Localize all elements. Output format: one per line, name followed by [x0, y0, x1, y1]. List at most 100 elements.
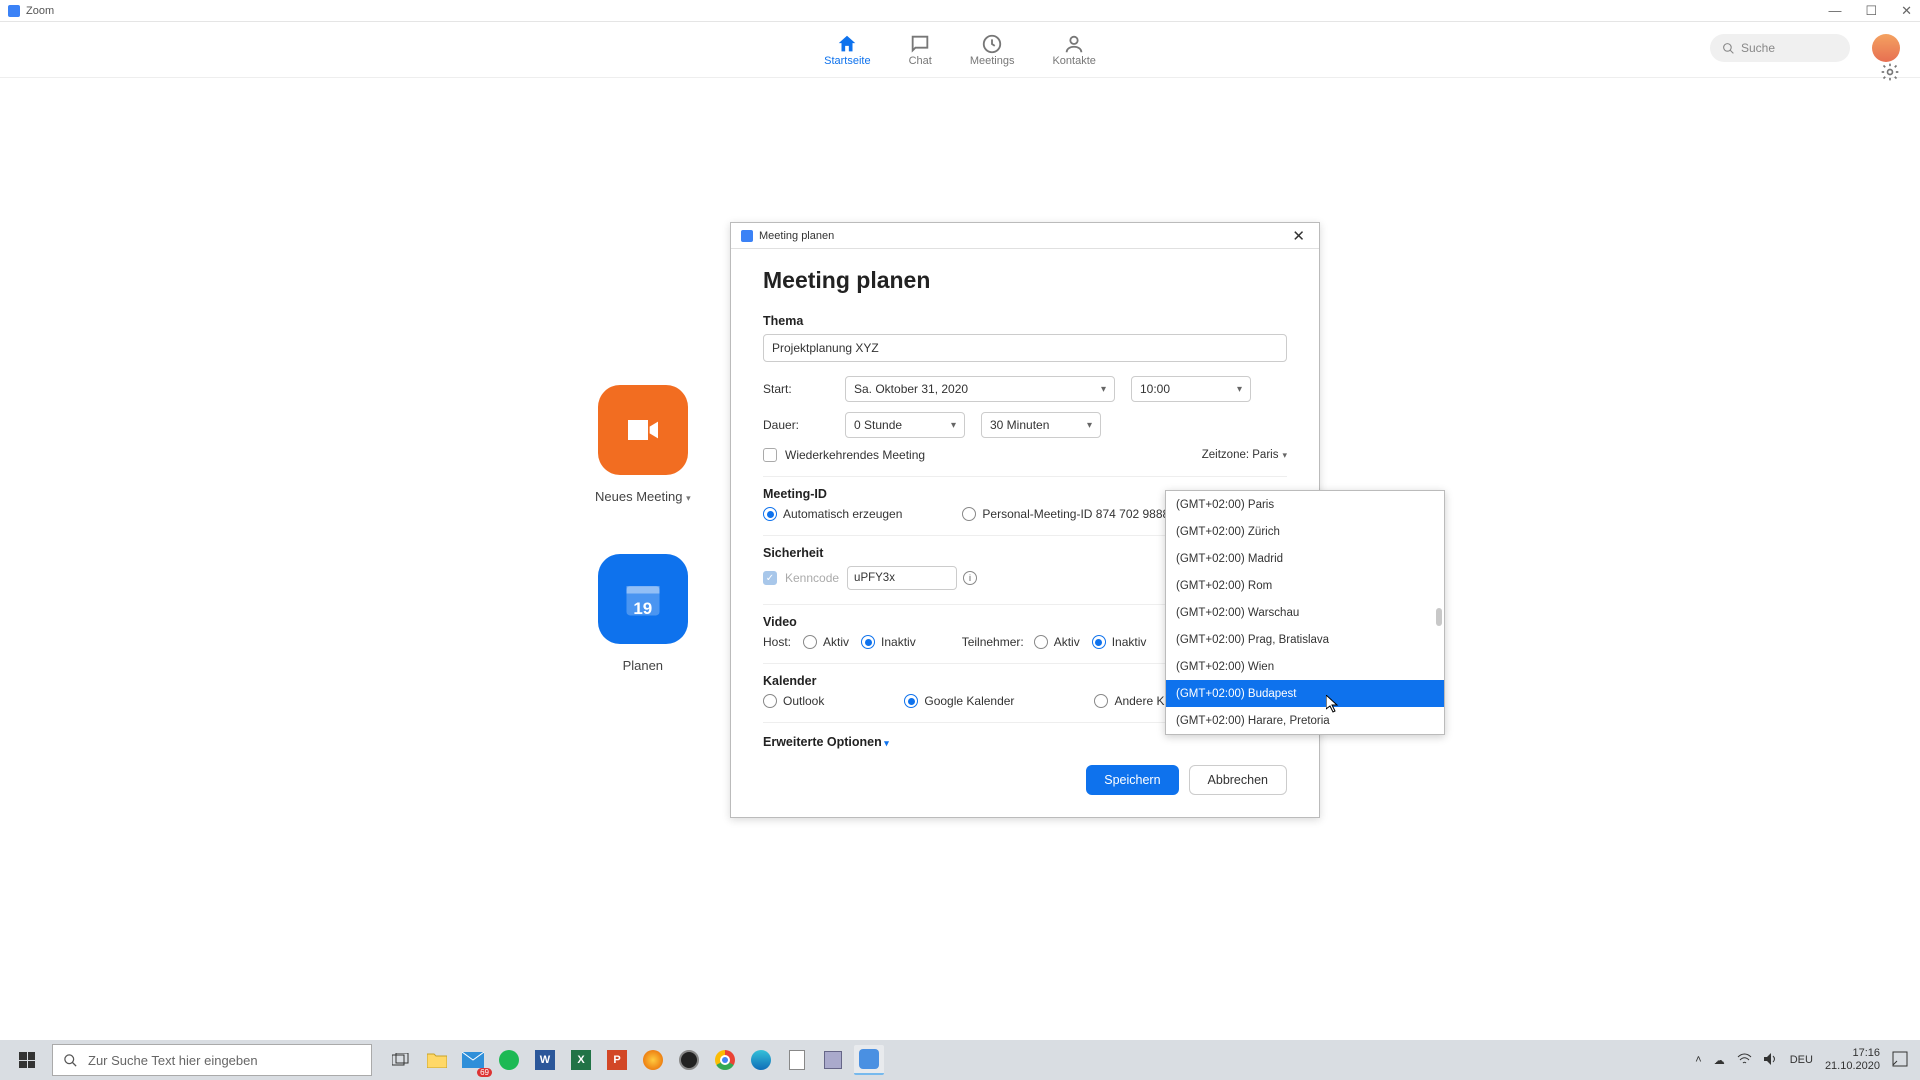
cancel-button[interactable]: Abbrechen: [1189, 765, 1287, 795]
dialog-window-title: Meeting planen: [759, 230, 834, 242]
dauer-label: Dauer:: [763, 418, 845, 432]
dropdown-scrollbar[interactable]: [1434, 493, 1442, 732]
timezone-option[interactable]: (GMT+02:00) Budapest: [1166, 680, 1444, 707]
meeting-id-auto-radio[interactable]: [763, 507, 777, 521]
participant-inaktiv-label: Inaktiv: [1112, 635, 1147, 649]
save-button[interactable]: Speichern: [1086, 765, 1178, 795]
app-icon[interactable]: [818, 1045, 848, 1075]
timezone-option[interactable]: (GMT+02:00) Harare, Pretoria: [1166, 707, 1444, 734]
meeting-id-personal-radio[interactable]: [962, 507, 976, 521]
window-maximize-button[interactable]: ☐: [1865, 3, 1877, 19]
zoom-taskbar-icon[interactable]: [854, 1045, 884, 1075]
host-aktiv-radio[interactable]: [803, 635, 817, 649]
chrome-icon[interactable]: [710, 1045, 740, 1075]
taskbar-search-input[interactable]: Zur Suche Text hier eingeben: [52, 1044, 372, 1076]
tray-volume-icon[interactable]: [1764, 1053, 1778, 1068]
meeting-id-personal-label: Personal-Meeting-ID 874 702 9888: [982, 507, 1169, 521]
powerpoint-icon[interactable]: P: [602, 1045, 632, 1075]
file-explorer-icon[interactable]: [422, 1045, 452, 1075]
tray-clock[interactable]: 17:16 21.10.2020: [1825, 1047, 1880, 1073]
zoom-mini-icon: [741, 230, 753, 242]
tab-meetings[interactable]: Meetings: [970, 33, 1015, 67]
duration-minutes-dropdown[interactable]: 30 Minuten: [981, 412, 1101, 438]
tray-language[interactable]: DEU: [1790, 1054, 1813, 1066]
video-icon: [623, 410, 663, 450]
start-date-dropdown[interactable]: Sa. Oktober 31, 2020: [845, 376, 1115, 402]
gear-icon: [1880, 62, 1900, 82]
cal-google-radio[interactable]: [904, 694, 918, 708]
firefox-icon[interactable]: [638, 1045, 668, 1075]
video-host-label: Host:: [763, 635, 803, 649]
windows-logo-icon: [19, 1052, 35, 1068]
taskview-icon[interactable]: [386, 1045, 416, 1075]
avatar[interactable]: [1872, 34, 1900, 62]
timezone-option[interactable]: (GMT+02:00) Zürich: [1166, 518, 1444, 545]
meeting-id-auto-label: Automatisch erzeugen: [783, 507, 902, 521]
tab-label: Chat: [909, 55, 932, 67]
top-nav: Startseite Chat Meetings Kontakte Suche: [0, 22, 1920, 78]
contacts-icon: [1063, 33, 1085, 55]
tray-chevron-icon[interactable]: ˄: [1695, 1054, 1701, 1066]
recurring-label: Wiederkehrendes Meeting: [785, 448, 925, 462]
timezone-dropdown-trigger[interactable]: Zeitzone: Paris: [1202, 449, 1287, 461]
host-inaktiv-label: Inaktiv: [881, 635, 916, 649]
thema-label: Thema: [763, 314, 1287, 328]
timezone-option[interactable]: (GMT+02:00) Rom: [1166, 572, 1444, 599]
word-icon[interactable]: W: [530, 1045, 560, 1075]
tab-contacts[interactable]: Kontakte: [1052, 33, 1095, 67]
advanced-options-toggle[interactable]: Erweiterte Optionen: [763, 735, 889, 749]
excel-icon[interactable]: X: [566, 1045, 596, 1075]
start-time-dropdown[interactable]: 10:00: [1131, 376, 1251, 402]
edge-icon[interactable]: [746, 1045, 776, 1075]
dialog-close-button[interactable]: ✕: [1288, 227, 1309, 245]
participant-aktiv-label: Aktiv: [1054, 635, 1080, 649]
cal-google-label: Google Kalender: [924, 694, 1014, 708]
timezone-option[interactable]: (GMT+02:00) Wien: [1166, 653, 1444, 680]
tab-label: Kontakte: [1052, 55, 1095, 67]
cal-outlook-radio[interactable]: [763, 694, 777, 708]
timezone-option[interactable]: (GMT+02:00) Madrid: [1166, 545, 1444, 572]
settings-button[interactable]: [1880, 62, 1900, 82]
tray-notifications-icon[interactable]: [1892, 1051, 1908, 1070]
new-meeting-label: Neues Meeting: [595, 489, 682, 504]
duration-hours-dropdown[interactable]: 0 Stunde: [845, 412, 965, 438]
mail-icon[interactable]: 69: [458, 1045, 488, 1075]
tab-home[interactable]: Startseite: [824, 33, 870, 67]
schedule-button[interactable]: 19 Planen: [595, 554, 691, 673]
search-placeholder: Suche: [1741, 41, 1775, 55]
tab-label: Meetings: [970, 55, 1015, 67]
window-minimize-button[interactable]: —: [1828, 3, 1841, 19]
taskbar-search-placeholder: Zur Suche Text hier eingeben: [88, 1053, 258, 1068]
spotify-icon[interactable]: [494, 1045, 524, 1075]
tab-chat[interactable]: Chat: [909, 33, 932, 67]
new-meeting-button[interactable]: Neues Meeting ▾: [595, 385, 691, 504]
kenncode-checkbox[interactable]: ✓: [763, 571, 777, 585]
thema-input[interactable]: [763, 334, 1287, 362]
timezone-option[interactable]: (GMT+02:00) Warschau: [1166, 599, 1444, 626]
mail-badge: 69: [477, 1068, 492, 1077]
tab-label: Startseite: [824, 55, 870, 67]
tray-cloud-icon[interactable]: ☁: [1714, 1054, 1725, 1067]
start-button[interactable]: [4, 1040, 50, 1080]
window-titlebar: Zoom — ☐ ✕: [0, 0, 1920, 22]
search-input[interactable]: Suche: [1710, 34, 1850, 62]
zoom-app-icon: [8, 5, 20, 17]
timezone-dropdown-list: (GMT+02:00) Paris(GMT+02:00) Zürich(GMT+…: [1165, 490, 1445, 735]
host-aktiv-label: Aktiv: [823, 635, 849, 649]
recurring-checkbox[interactable]: [763, 448, 777, 462]
clock-icon: [981, 33, 1003, 55]
cal-other-radio[interactable]: [1094, 694, 1108, 708]
tray-wifi-icon[interactable]: [1737, 1053, 1752, 1068]
timezone-option[interactable]: (GMT+02:00) Paris: [1166, 491, 1444, 518]
kenncode-input[interactable]: [847, 566, 957, 590]
home-icon: [836, 33, 858, 55]
info-icon[interactable]: i: [963, 571, 977, 585]
obs-icon[interactable]: [674, 1045, 704, 1075]
timezone-option[interactable]: (GMT+02:00) Prag, Bratislava: [1166, 626, 1444, 653]
participant-inaktiv-radio[interactable]: [1092, 635, 1106, 649]
window-close-button[interactable]: ✕: [1901, 3, 1912, 19]
participant-aktiv-radio[interactable]: [1034, 635, 1048, 649]
notepad-icon[interactable]: [782, 1045, 812, 1075]
host-inaktiv-radio[interactable]: [861, 635, 875, 649]
home-action-buttons: Neues Meeting ▾ 19 Planen: [595, 385, 691, 723]
